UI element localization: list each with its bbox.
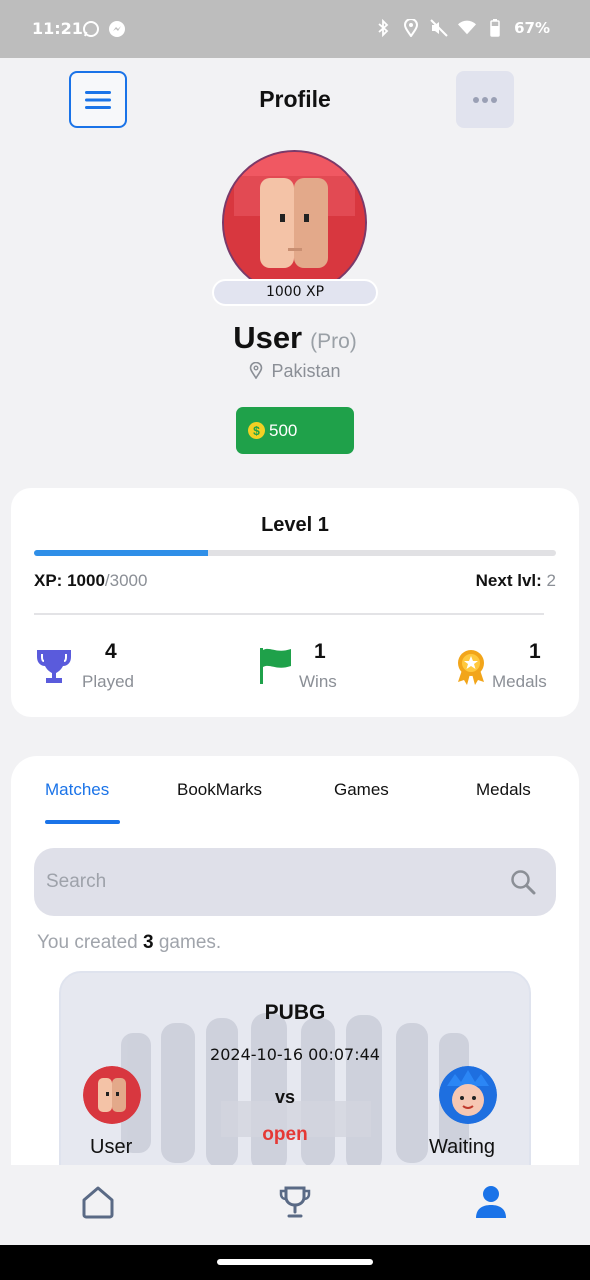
app-header: Profile — [0, 70, 590, 130]
player2-face-icon — [439, 1066, 497, 1124]
player2-avatar — [439, 1066, 497, 1124]
stat-medals-label: Medals — [492, 672, 547, 691]
level-title: Level 1 — [261, 514, 329, 536]
coin-icon: $ — [248, 422, 265, 439]
home-icon[interactable] — [81, 1185, 115, 1219]
flag-icon — [260, 648, 291, 684]
created-suffix: games. — [158, 932, 222, 953]
wifi-icon — [458, 19, 477, 37]
search-bar — [34, 848, 556, 916]
match-card[interactable]: PUBG 2024-10-16 00:07:44 vs open User Wa… — [59, 971, 531, 1176]
avatar-face-icon — [224, 152, 365, 293]
battery-percent: 67% — [514, 19, 550, 37]
next-level-value: 2 — [546, 571, 556, 590]
search-input[interactable] — [46, 848, 486, 916]
home-gesture-pill[interactable] — [217, 1259, 373, 1265]
mute-icon — [430, 19, 448, 37]
xp-total: /3000 — [104, 571, 148, 590]
stat-played: 4 Played — [33, 640, 173, 696]
next-level-readout: Next lvl: 2 — [476, 571, 556, 591]
profile-avatar[interactable] — [222, 150, 367, 295]
created-count: 3 — [143, 932, 154, 953]
player1-name: User — [90, 1136, 133, 1158]
whatsapp-icon — [82, 20, 100, 38]
xp-readout: XP: 1000/3000 — [34, 571, 147, 591]
match-datetime: 2024-10-16 00:07:44 — [210, 1045, 380, 1064]
stat-wins: 1 Wins — [258, 640, 368, 696]
search-icon[interactable] — [510, 869, 536, 895]
system-navigation-bar — [0, 1245, 590, 1280]
xp-current: 1000 — [67, 571, 105, 590]
messenger-icon — [108, 20, 126, 38]
user-tier: (Pro) — [310, 330, 357, 353]
bottom-navigation — [0, 1165, 590, 1245]
user-name-row: User (Pro) — [0, 320, 590, 356]
user-name: User — [233, 320, 303, 355]
battery-icon — [486, 19, 504, 37]
stat-played-label: Played — [82, 672, 134, 691]
coins-balance[interactable]: $ 500 — [236, 407, 354, 454]
stat-played-value: 4 — [105, 640, 117, 663]
player1-face-icon — [83, 1066, 141, 1124]
stat-medals-value: 1 — [529, 640, 541, 663]
location-text: Pakistan — [271, 361, 341, 381]
player1-avatar — [83, 1066, 141, 1124]
xp-progress-bar — [34, 550, 556, 556]
location-pin-icon — [250, 361, 263, 380]
xp-progress-fill — [34, 550, 208, 556]
created-games-summary: You created 3 games. — [37, 932, 221, 954]
user-location: Pakistan — [0, 361, 590, 382]
status-time: 11:21 — [32, 19, 83, 38]
xp-label: XP: — [34, 571, 63, 590]
next-level-label: Next lvl: — [475, 571, 542, 590]
tab-games[interactable]: Games — [334, 780, 389, 800]
level-card: Level 1 XP: 1000/3000 Next lvl: 2 4 Play… — [11, 488, 579, 717]
status-bar: 11:21 67% — [0, 0, 590, 58]
player2-name: Waiting — [429, 1136, 495, 1158]
tab-matches[interactable]: Matches — [45, 780, 109, 800]
trophy-icon — [37, 650, 71, 683]
location-icon — [402, 19, 420, 37]
profile-nav-icon[interactable] — [475, 1185, 507, 1219]
coins-value: 500 — [269, 420, 298, 440]
tab-bookmarks[interactable]: BookMarks — [177, 780, 262, 800]
medal-icon — [458, 650, 484, 685]
more-options-button[interactable] — [456, 71, 514, 128]
match-game-title: PUBG — [264, 1001, 326, 1024]
trophy-nav-icon[interactable] — [278, 1185, 312, 1219]
divider — [34, 613, 544, 615]
stat-wins-label: Wins — [299, 672, 337, 691]
more-horizontal-icon — [473, 96, 497, 103]
bluetooth-icon — [374, 19, 392, 37]
active-tab-indicator — [45, 820, 120, 824]
created-prefix: You created — [37, 932, 138, 953]
stat-medals: 1 Medals — [456, 640, 566, 696]
tab-medals[interactable]: Medals — [476, 780, 531, 800]
matches-card: Matches BookMarks Games Medals You creat… — [11, 756, 579, 1176]
xp-badge: 1000 XP — [212, 279, 378, 306]
stat-wins-value: 1 — [314, 640, 326, 663]
